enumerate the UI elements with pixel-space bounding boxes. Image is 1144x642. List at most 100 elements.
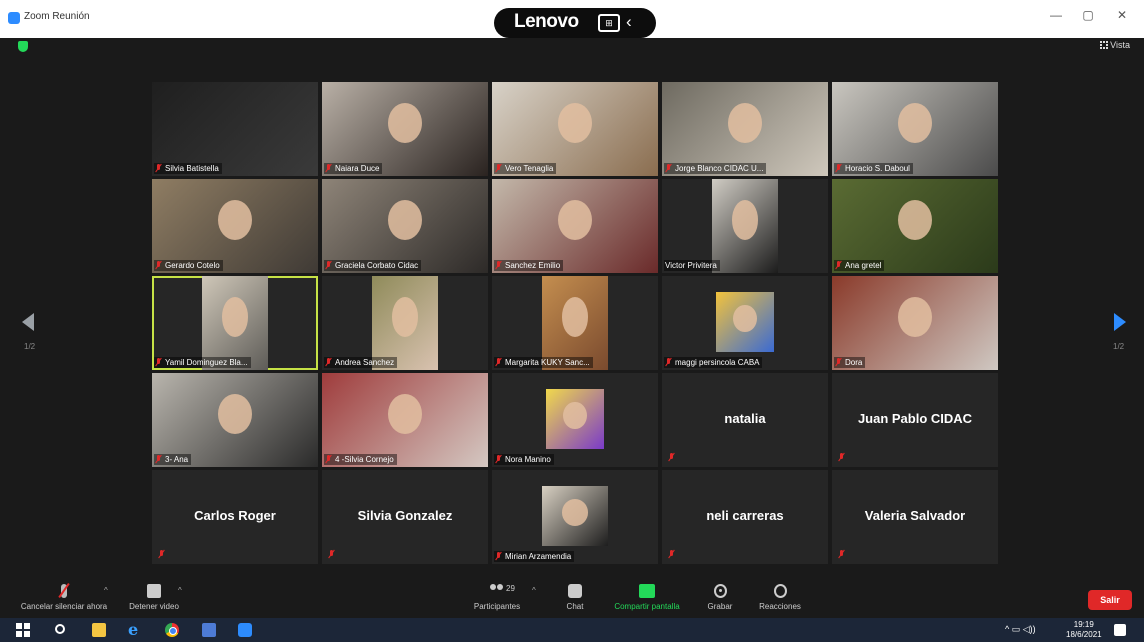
participant-face [561,296,589,337]
clock[interactable]: 19:19 18/6/2021 [1066,620,1102,640]
reactions-label: Reacciones [759,602,801,611]
participant-face [558,199,592,240]
audio-options-caret[interactable]: ^ [104,586,108,595]
reactions-button[interactable]: Reacciones [756,584,804,611]
participant-video [322,373,488,467]
participant-name-tag: Ana gretel [834,260,885,271]
view-label: Vista [1110,40,1130,50]
unmute-button[interactable]: Cancelar silenciar ahora [14,584,114,611]
participant-tile[interactable]: Graciela Corbato Cidac [322,179,488,273]
muted-mic-icon [838,550,845,558]
system-tray[interactable]: ^ ▭ ◁)) [1005,624,1036,635]
participant-tile[interactable]: Andrea Sanchez [322,276,488,370]
participant-name-tag: Jorge Blanco CIDAC U... [664,163,767,174]
participant-name: natalia [724,411,766,426]
participant-name-tag: Gerardo Cotelo [154,260,223,271]
participant-tile[interactable]: Dora [832,276,998,370]
muted-mic-icon [325,455,332,463]
participant-tile[interactable]: Naiara Duce [322,82,488,176]
participant-tile[interactable]: neli carreras [662,470,828,564]
meeting-area: Vista 1/2 1/2 Silvia Batistella Naiara Du… [0,38,1144,580]
participant-name: neli carreras [706,508,784,523]
participant-tile[interactable]: Juan Pablo CIDAC [832,373,998,467]
participant-tile[interactable]: Victor Privitera [662,179,828,273]
notifications-icon[interactable] [1114,624,1126,636]
participant-name-tag: Dora [834,357,866,368]
chat-button[interactable]: Chat [558,584,592,611]
participant-tile[interactable]: Vero Tenaglia [492,82,658,176]
video-options-caret[interactable]: ^ [178,586,182,595]
participant-face [388,393,422,434]
close-button[interactable]: ✕ [1114,8,1130,22]
participant-name: Mirian Arzamendia [505,552,572,561]
participant-name: Horacio S. Daboul [845,164,910,173]
window-title: Zoom Reunión [24,11,90,22]
participant-name: Juan Pablo CIDAC [857,411,973,426]
participant-tile[interactable]: Horacio S. Daboul [832,82,998,176]
share-screen-button[interactable]: Compartir pantalla [606,584,688,611]
chat-icon [568,584,582,598]
participant-tile[interactable]: natalia [662,373,828,467]
participants-options-caret[interactable]: ^ [532,586,536,595]
lenovo-overlay[interactable]: Lenovo ⊞ ‹ [494,8,656,38]
participant-tile[interactable]: Silvia Batistella [152,82,318,176]
participant-video [832,179,998,273]
participant-video [202,276,268,370]
camera-switch-icon[interactable]: ⊞ [598,14,620,32]
participant-face [388,199,422,240]
view-button[interactable]: Vista [1100,40,1130,50]
participant-tile[interactable]: Gerardo Cotelo [152,179,318,273]
windows-taskbar: e ^ ▭ ◁)) 19:19 18/6/2021 [0,618,1144,642]
chrome-icon[interactable] [165,623,179,637]
zoom-app-icon [8,12,20,24]
participant-tile[interactable]: Carlos Roger [152,470,318,564]
muted-mic-icon [155,164,162,172]
participant-tile[interactable]: 3- Ana [152,373,318,467]
security-shield-icon[interactable] [18,41,28,52]
windows-start-icon[interactable] [16,623,30,637]
muted-mic-icon [495,164,502,172]
edge-browser-icon[interactable]: e [128,620,142,639]
muted-mic-icon [835,261,842,269]
participant-tile[interactable]: Margarita KUKY Sanc... [492,276,658,370]
participant-tile[interactable]: Jorge Blanco CIDAC U... [662,82,828,176]
participant-name: 3- Ana [165,455,189,464]
participant-tile[interactable]: Nora Manino [492,373,658,467]
participant-tile[interactable]: Sanchez Emilio [492,179,658,273]
participant-tile[interactable]: Ana gretel [832,179,998,273]
search-icon[interactable] [55,624,65,634]
file-explorer-icon[interactable] [92,623,106,637]
app-icon[interactable] [202,623,216,637]
record-button[interactable]: Grabar [702,584,738,611]
participant-video [542,276,608,370]
participant-name: Valeria Salvador [864,508,966,523]
participant-name: Silvia Batistella [165,164,219,173]
participant-name-tag: Naiara Duce [324,163,383,174]
next-page-arrow-icon[interactable] [1114,313,1126,331]
participant-tile[interactable]: Valeria Salvador [832,470,998,564]
participant-name-tag: maggi persincola CABA [664,357,763,368]
participant-name: Dora [845,358,863,367]
reactions-icon [773,584,787,598]
participant-face [561,499,589,527]
participants-button[interactable]: 29 Participantes [470,584,524,611]
zoom-taskbar-icon[interactable] [238,623,252,637]
minimize-button[interactable]: — [1048,8,1064,22]
leave-button[interactable]: Salir [1088,590,1132,610]
participant-name-tag: Horacio S. Daboul [834,163,913,174]
prev-page-arrow-icon[interactable] [22,313,34,331]
stop-video-label: Detener video [129,602,179,611]
collapse-icon[interactable]: ‹ [626,12,632,32]
muted-mic-icon [838,453,845,461]
participant-tile[interactable]: Yamil Dominguez Bla... [152,276,318,370]
participant-name: maggi persincola CABA [675,358,760,367]
participant-tile[interactable]: 4 -Silvia Cornejo [322,373,488,467]
participant-tile[interactable]: Mirian Arzamendia [492,470,658,564]
muted-mic-icon [158,550,165,558]
participant-name: Margarita KUKY Sanc... [505,358,590,367]
participant-tile[interactable]: Silvia Gonzalez [322,470,488,564]
maximize-button[interactable]: ▢ [1080,8,1096,22]
participant-video [542,486,608,546]
participant-tile[interactable]: maggi persincola CABA [662,276,828,370]
muted-mic-icon [325,358,332,366]
